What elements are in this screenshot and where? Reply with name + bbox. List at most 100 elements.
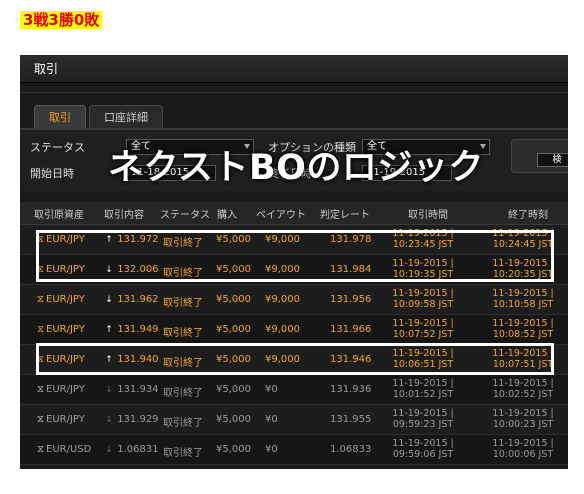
end-date: 11-19-2015 | <box>492 438 554 449</box>
entry-rate: 1.06831 <box>117 444 159 455</box>
payout-cell: ¥9,000 <box>265 324 300 335</box>
tab-account-details[interactable]: 口座詳細 <box>89 105 163 128</box>
asset-cell: EUR/JPY <box>46 384 85 395</box>
end-date: 11-19-2015 | <box>492 228 554 239</box>
table-row[interactable]: ⧖ EUR/JPY ↓ 131.962 取引終了 ¥5,000 ¥9,000 131.956… <box>20 285 568 315</box>
content-cell: ↓ 132.006 <box>104 264 159 275</box>
tab-trade[interactable]: 取引 <box>34 105 86 128</box>
trade-time-cell: 11-19-2015 | 10:23:45 JST <box>388 228 458 250</box>
panel-header: 取引 <box>20 55 568 83</box>
trade-date: 11-19-2015 | <box>392 228 454 239</box>
table-row[interactable]: ⧖ EUR/JPY ↓ 132.006 取引終了 ¥5,000 ¥9,000 131.984… <box>20 255 568 285</box>
status-cell: 取引終了 <box>163 448 203 459</box>
table-row[interactable]: ⧖ EUR/JPY ↓ 131.929 取引終了 ¥5,000 ¥0 131.955 11-1… <box>20 405 568 435</box>
entry-rate: 131.972 <box>117 234 159 245</box>
entry-rate: 132.006 <box>117 264 159 275</box>
entry-rate: 131.940 <box>117 354 159 365</box>
payout-cell: ¥0 <box>265 384 278 395</box>
content-cell: ↓ 131.929 <box>104 414 159 425</box>
end-time-cell: 11-19-2015 | 10:07:51 JST <box>488 348 558 370</box>
arrow-down-icon: ↓ <box>105 265 113 275</box>
asset-cell: EUR/JPY <box>46 354 85 365</box>
purchase-cell: ¥5,000 <box>216 414 251 425</box>
col-judge-rate[interactable]: 判定レート <box>320 206 370 221</box>
judge-rate-cell: 131.966 <box>330 324 372 335</box>
payout-cell: ¥9,000 <box>265 234 300 245</box>
judge-rate-cell: 131.936 <box>330 384 372 395</box>
col-trade-time[interactable]: 取引時間 <box>408 206 448 221</box>
table-row[interactable]: ⧖ EUR/USD ↓ 1.06831 取引終了 ¥5,000 ¥0 1.06833 11-1… <box>20 435 568 465</box>
status-cell: 取引終了 <box>163 418 203 429</box>
trade-time-cell: 11-19-2015 | 10:19:35 JST <box>388 258 458 280</box>
trade-time-cell: 11-19-2015 | 09:59:06 JST <box>388 438 458 460</box>
table-row[interactable]: ⧖ EUR/JPY ↑ 131.949 取引終了 ¥5,000 ¥9,000 131.966… <box>20 315 568 345</box>
content-cell: ↑ 131.949 <box>104 324 159 335</box>
trade-clock: 10:07:52 JST <box>392 329 454 340</box>
table-row[interactable]: ⧖ EUR/JPY ↓ 131.934 取引終了 ¥5,000 ¥0 131.936 11-1… <box>20 375 568 405</box>
content-cell: ↑ 131.972 <box>104 234 159 245</box>
hourglass-icon: ⧖ <box>37 414 45 425</box>
col-end-time[interactable]: 終了時刻 <box>508 206 548 221</box>
end-clock: 10:20:35 JST <box>492 269 554 280</box>
judge-rate-cell: 131.978 <box>330 234 372 245</box>
purchase-cell: ¥5,000 <box>216 324 251 335</box>
asset-cell: EUR/USD <box>46 444 92 455</box>
hourglass-icon: ⧖ <box>37 354 45 365</box>
end-date: 11-19-2015 | <box>492 408 554 419</box>
table-row[interactable]: ⧖ EUR/JPY ↑ 131.972 取引終了 ¥5,000 ¥9,000 131.978… <box>20 225 568 255</box>
trade-time-cell: 11-19-2015 | 10:06:51 JST <box>388 348 458 370</box>
col-purchase[interactable]: 購入 <box>217 206 237 221</box>
end-clock: 10:00:23 JST <box>492 419 554 430</box>
trade-clock: 10:23:45 JST <box>392 239 454 250</box>
trade-time-cell: 11-19-2015 | 10:07:52 JST <box>388 318 458 340</box>
trade-date: 11-19-2015 | <box>392 348 454 359</box>
hourglass-icon: ⧖ <box>37 384 45 395</box>
arrow-up-icon: ↑ <box>105 325 113 335</box>
asset-cell: EUR/JPY <box>46 294 85 305</box>
arrow-neutral-icon: ↓ <box>105 385 113 395</box>
trade-clock: 10:06:51 JST <box>392 359 454 370</box>
trade-date: 11-19-2015 | <box>392 378 454 389</box>
table-header: 取引原資産 取引内容 ステータス 購入 ペイアウト 判定レート 取引時間 終了時… <box>20 202 568 225</box>
end-time-cell: 11-19-2015 | 10:00:06 JST <box>488 438 558 460</box>
purchase-cell: ¥5,000 <box>216 264 251 275</box>
end-time-cell: 11-19-2015 | 10:20:35 JST <box>488 258 558 280</box>
col-status[interactable]: ステータス <box>160 206 210 221</box>
col-content[interactable]: 取引内容 <box>104 206 144 221</box>
trade-date: 11-19-2015 | <box>392 258 454 269</box>
hourglass-icon: ⧖ <box>37 324 45 335</box>
end-clock: 10:24:45 JST <box>492 239 554 250</box>
trade-list: ⧖ EUR/JPY ↑ 131.972 取引終了 ¥5,000 ¥9,000 131.978… <box>20 225 568 465</box>
trade-date: 11-19-2015 | <box>392 408 454 419</box>
purchase-cell: ¥5,000 <box>216 294 251 305</box>
end-clock: 10:10:58 JST <box>492 299 554 310</box>
status-cell: 取引終了 <box>163 358 203 369</box>
status-cell: 取引終了 <box>163 268 203 279</box>
payout-cell: ¥9,000 <box>265 264 300 275</box>
trade-clock: 10:01:52 JST <box>392 389 454 400</box>
search-button[interactable]: 検 <box>537 153 568 167</box>
trade-date: 11-19-2015 | <box>392 438 454 449</box>
judge-rate-cell: 131.955 <box>330 414 372 425</box>
trade-date: 11-19-2015 | <box>392 288 454 299</box>
end-date: 11-19-2015 | <box>492 348 554 359</box>
end-clock: 10:00:06 JST <box>492 449 554 460</box>
panel-divider <box>20 92 568 93</box>
tab-bar: 取引 口座詳細 <box>34 105 163 128</box>
col-asset[interactable]: 取引原資産 <box>34 206 84 221</box>
status-cell: 取引終了 <box>163 298 203 309</box>
status-cell: 取引終了 <box>163 388 203 399</box>
entry-rate: 131.929 <box>117 414 159 425</box>
entry-rate: 131.949 <box>117 324 159 335</box>
asset-cell: EUR/JPY <box>46 324 85 335</box>
arrow-up-icon: ↑ <box>105 355 113 365</box>
end-date: 11-19-2015 | <box>492 378 554 389</box>
asset-cell: EUR/JPY <box>46 414 85 425</box>
purchase-cell: ¥5,000 <box>216 234 251 245</box>
table-row[interactable]: ⧖ EUR/JPY ↑ 131.940 取引終了 ¥5,000 ¥9,000 131.946… <box>20 345 568 375</box>
col-payout[interactable]: ペイアウト <box>256 206 306 221</box>
start-date-label: 開始日時 <box>30 167 74 180</box>
hourglass-icon: ⧖ <box>37 444 45 455</box>
content-cell: ↓ 131.962 <box>104 294 158 305</box>
end-date: 11-19-2015 | <box>492 318 554 329</box>
